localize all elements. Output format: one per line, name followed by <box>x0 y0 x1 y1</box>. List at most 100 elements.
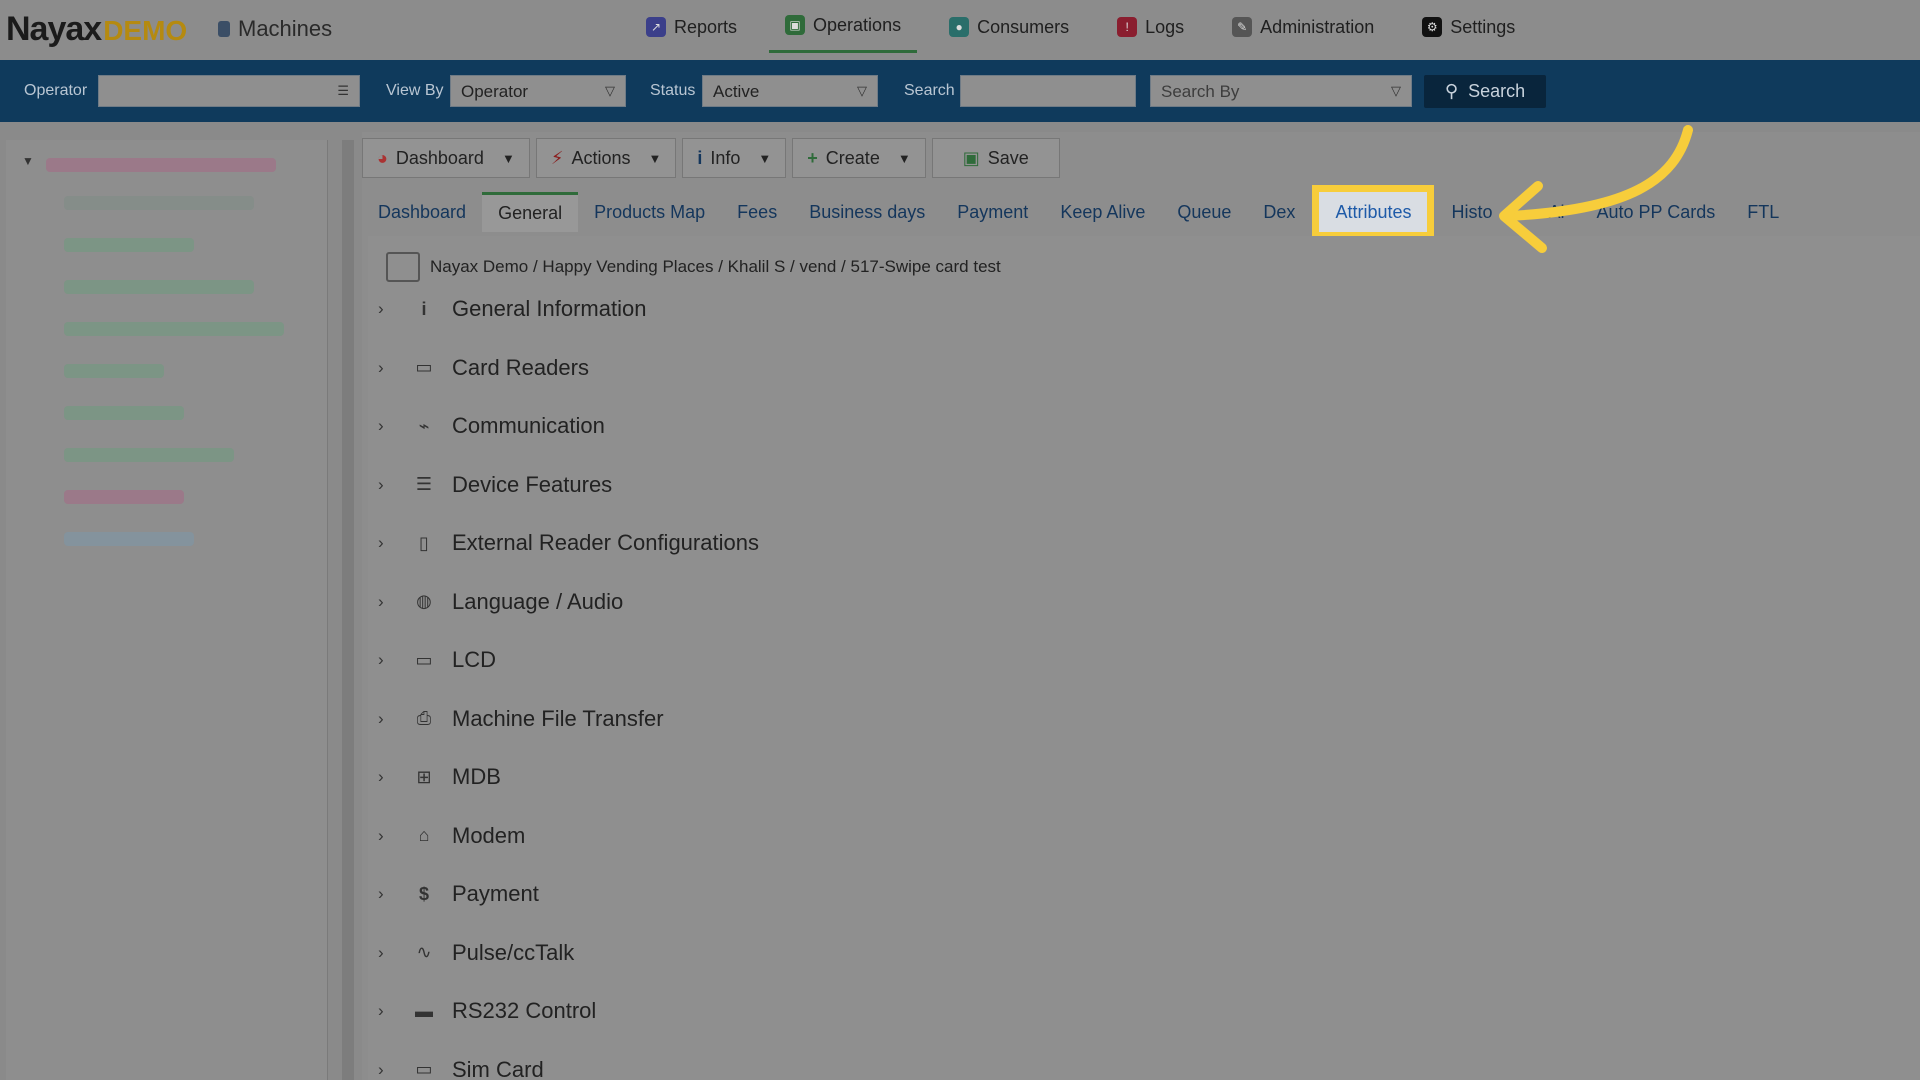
section-list: › i General Information › ▭ Card Readers › ⌁ C… <box>378 280 759 1080</box>
actions-dropdown-button[interactable]: ⚡ Actions ▼ <box>535 138 677 178</box>
pulse-icon: ∿ <box>416 942 432 963</box>
tab-attributes[interactable]: Attributes <box>1312 185 1435 239</box>
section-modem[interactable]: › ⌂ Modem <box>378 807 759 866</box>
chevron-right-icon: › <box>378 533 384 553</box>
status-value: Active <box>713 82 760 101</box>
top-navigation-bar: NayaxDEMO Machines ↗ Reports ▣ Operations … <box>0 0 1920 60</box>
section-mdb[interactable]: › ⊞ MDB <box>378 748 759 807</box>
nav-settings-label: Settings <box>1450 16 1516 37</box>
tree-item[interactable] <box>64 364 164 378</box>
section-pulse-cctalk[interactable]: › ∿ Pulse/ccTalk <box>378 924 759 983</box>
chevron-down-icon: ▼ <box>897 150 911 166</box>
view-by-label: View By <box>386 82 444 99</box>
plus-icon: + <box>807 147 818 168</box>
tree-item[interactable] <box>64 322 284 336</box>
mdb-icon: ⊞ <box>416 766 432 787</box>
globe-icon: ◍ <box>416 591 432 612</box>
logs-icon: ! <box>1117 17 1138 37</box>
antenna-icon: ⌁ <box>418 415 430 436</box>
general-content: Nayax Demo / Happy Vending Places / Khal… <box>368 236 1920 1080</box>
section-rs232-control[interactable]: › ▬ RS232 Control <box>378 982 759 1041</box>
tab-business-days[interactable]: Business days <box>793 192 941 232</box>
main-panel: ◕ Dashboard ▼ ⚡ Actions ▼ i Info ▼ + Cre… <box>362 132 1920 1080</box>
operator-input[interactable]: ☰ <box>98 75 360 107</box>
tab-ftl[interactable]: FTL <box>1731 192 1795 232</box>
create-dropdown-button[interactable]: + Create ▼ <box>792 138 926 178</box>
tree-item[interactable] <box>64 406 184 420</box>
section-payment[interactable]: › $ Payment <box>378 865 759 924</box>
tree-item[interactable] <box>64 448 234 462</box>
nav-logs[interactable]: ! Logs <box>1101 0 1200 54</box>
search-by-select[interactable]: Search By ▽ <box>1150 75 1412 107</box>
tree-collapse-icon[interactable]: ▼ <box>22 154 34 168</box>
info-dropdown-button[interactable]: i Info ▼ <box>682 138 787 178</box>
tab-queue[interactable]: Queue <box>1161 192 1247 232</box>
info-icon: i <box>697 147 703 168</box>
nav-administration[interactable]: ✎ Administration <box>1216 0 1390 54</box>
section-label: Pulse/ccTalk <box>452 939 575 965</box>
page-title-label: Machines <box>238 16 333 41</box>
section-device-features[interactable]: › ☰ Device Features <box>378 456 759 515</box>
section-card-readers[interactable]: › ▭ Card Readers <box>378 339 759 398</box>
chart-icon: ↗ <box>646 17 666 37</box>
dollar-icon: $ <box>418 883 429 904</box>
tab-dex[interactable]: Dex <box>1247 192 1311 232</box>
tree-item[interactable] <box>64 490 184 504</box>
search-input[interactable] <box>960 75 1136 107</box>
tab-dashboard[interactable]: Dashboard <box>362 192 482 232</box>
tree-item[interactable] <box>64 280 254 294</box>
search-button-label: Search <box>1468 81 1526 101</box>
nav-settings[interactable]: ⚙ Settings <box>1406 0 1531 54</box>
nav-operations[interactable]: ▣ Operations <box>769 0 918 53</box>
nav-logs-label: Logs <box>1145 16 1185 37</box>
chevron-down-icon: ▽ <box>857 83 867 98</box>
section-machine-file-transfer[interactable]: › ⎙ Machine File Transfer <box>378 690 759 749</box>
chevron-down-icon: ▼ <box>648 150 662 166</box>
tree-item[interactable] <box>64 238 194 252</box>
operations-icon: ▣ <box>785 15 806 35</box>
status-label: Status <box>650 82 696 99</box>
chevron-right-icon: › <box>378 299 384 319</box>
section-label: External Reader Configurations <box>452 530 759 556</box>
section-language-audio[interactable]: › ◍ Language / Audio <box>378 573 759 632</box>
machine-tree-panel[interactable]: ▼ <box>6 140 328 1080</box>
nayax-logo[interactable]: NayaxDEMO <box>6 10 187 49</box>
dashboard-dropdown-button[interactable]: ◕ Dashboard ▼ <box>362 138 530 178</box>
tab-fees[interactable]: Fees <box>721 192 793 232</box>
tab-keep-alive[interactable]: Keep Alive <box>1044 192 1161 232</box>
chevron-right-icon: › <box>378 942 384 962</box>
page-title: Machines <box>218 16 332 42</box>
tab-payment[interactable]: Payment <box>941 192 1044 232</box>
save-button-label: Save <box>987 147 1029 168</box>
tree-item[interactable] <box>46 158 276 172</box>
chevron-right-icon: › <box>378 825 384 845</box>
chevron-right-icon: › <box>378 1001 384 1021</box>
section-communication[interactable]: › ⌁ Communication <box>378 397 759 456</box>
nav-consumers-label: Consumers <box>977 16 1070 37</box>
main-nav: ↗ Reports ▣ Operations ● Consumers ! Logs ✎ A… <box>630 0 1547 54</box>
info-button-label: Info <box>710 147 741 168</box>
breadcrumb-text: Nayax Demo / Happy Vending Places / Khal… <box>430 257 1001 276</box>
section-lcd[interactable]: › ▭ LCD <box>378 631 759 690</box>
nav-reports[interactable]: ↗ Reports <box>630 0 753 54</box>
list-icon[interactable]: ☰ <box>337 83 349 99</box>
search-button[interactable]: ⚲ Search <box>1424 75 1546 108</box>
status-select[interactable]: Active ▽ <box>702 75 878 107</box>
chevron-right-icon: › <box>378 884 384 904</box>
tab-products-map[interactable]: Products Map <box>578 192 721 232</box>
panel-splitter[interactable] <box>342 140 354 1080</box>
section-general-information[interactable]: › i General Information <box>378 280 759 339</box>
section-sim-card[interactable]: › ▭ Sim Card <box>378 1041 759 1080</box>
section-label: General Information <box>452 296 647 322</box>
nav-consumers[interactable]: ● Consumers <box>933 0 1085 54</box>
tree-item[interactable] <box>64 196 254 210</box>
save-button[interactable]: ▣ Save <box>931 138 1060 178</box>
view-by-select[interactable]: Operator ▽ <box>450 75 626 107</box>
section-external-reader-configurations[interactable]: › ▯ External Reader Configurations <box>378 514 759 573</box>
nav-reports-label: Reports <box>674 16 738 37</box>
lightning-icon: ⚡ <box>550 147 564 168</box>
filter-bar: Operator ☰ View By Operator ▽ Status Act… <box>0 60 1920 122</box>
tree-item[interactable] <box>64 532 194 546</box>
consumers-icon: ● <box>949 17 970 37</box>
tab-general[interactable]: General <box>482 192 579 232</box>
